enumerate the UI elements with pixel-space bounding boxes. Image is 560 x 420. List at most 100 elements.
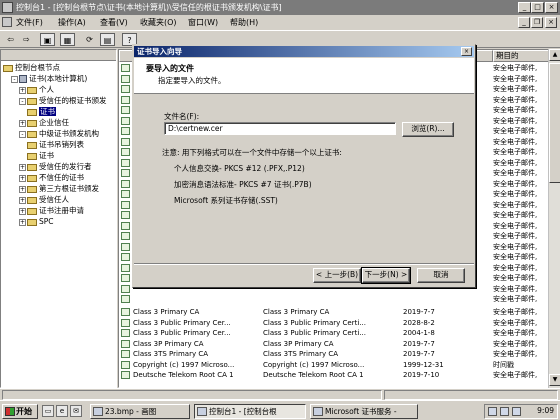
expand-icon[interactable]: +: [19, 185, 26, 193]
cell-issued-to: Deutsche Telekom Root CA 1: [133, 371, 234, 379]
certificate-icon: [121, 221, 130, 230]
tree-item[interactable]: + 第三方根证书颁发: [19, 183, 99, 194]
task-cert-services[interactable]: Microsoft 证书服务 -: [310, 404, 418, 419]
collapse-icon[interactable]: -: [19, 97, 26, 105]
console-tree[interactable]: 控制台根节点 - 证书(本地计算机) + 个人 - 受信任的根证书颁发 证书 + 企业信任 - 中级证…: [0, 49, 117, 388]
collapse-icon[interactable]: -: [11, 75, 18, 83]
up-folder-icon[interactable]: ▣: [40, 33, 55, 46]
expand-icon[interactable]: +: [19, 174, 26, 182]
console-app-icon[interactable]: [2, 2, 13, 13]
folder-icon: [27, 174, 37, 182]
folder-icon: [27, 108, 37, 116]
tree-item[interactable]: + SPC: [19, 216, 54, 227]
cell-purpose: 安全电子邮件,: [493, 263, 538, 272]
cell-issued-to: Class 3TS Primary CA: [133, 350, 208, 358]
cancel-button[interactable]: 取消: [417, 268, 465, 283]
tree-item[interactable]: + 受信任人: [19, 194, 69, 205]
refresh-icon[interactable]: ⟳: [82, 33, 97, 46]
list-vertical-scrollbar[interactable]: ▲ ▼: [548, 49, 560, 388]
table-row[interactable]: Class 3 Public Primary Cer... Class 3 Pub…: [119, 328, 559, 338]
network-icon[interactable]: [488, 407, 497, 416]
cell-purpose: 安全电子邮件,: [493, 74, 538, 83]
wizard-title-bar: 证书导入向导 ×: [134, 46, 474, 57]
back-button[interactable]: < 上一步(B): [313, 268, 361, 283]
menu-view[interactable]: 查看(V): [100, 17, 128, 28]
table-row[interactable]: Copyright (c) 1997 Microso... Copyright (…: [119, 360, 559, 370]
child-close-button[interactable]: ×: [545, 17, 557, 28]
cell-purpose: 安全电子邮件,: [493, 148, 538, 156]
cell-purpose: 安全电子邮件,: [493, 106, 538, 114]
tree-item[interactable]: + 企业信任: [19, 117, 69, 128]
tree-item[interactable]: - 中级证书颁发机构: [19, 128, 99, 139]
table-row[interactable]: Class 3 Primary CA Class 3 Primary CA 2019…: [119, 307, 559, 317]
child-restore-button[interactable]: ❐: [531, 17, 543, 28]
start-button[interactable]: 开始: [2, 404, 38, 419]
menu-action[interactable]: 操作(A): [58, 17, 86, 28]
table-row[interactable]: Deutsche Telekom Root CA 1 Deutsche Telek…: [119, 370, 559, 380]
collapse-icon[interactable]: -: [19, 130, 26, 138]
table-row[interactable]: Class 3P Primary CA Class 3P Primary CA 20…: [119, 339, 559, 349]
menu-window[interactable]: 窗口(W): [188, 17, 218, 28]
expand-icon[interactable]: +: [19, 119, 26, 127]
certificate-icon: [121, 64, 130, 72]
forward-icon[interactable]: ⇨: [19, 33, 34, 46]
tree-item[interactable]: 证书: [27, 106, 56, 117]
format-sst: Microsoft 系列证书存储(.SST): [174, 196, 278, 205]
outlook-express-icon[interactable]: ✉: [70, 405, 82, 417]
tree-item-label: 第三方根证书颁发: [39, 184, 99, 193]
browse-button[interactable]: 浏览(R)...: [402, 122, 454, 137]
child-minimize-button[interactable]: _: [518, 17, 530, 28]
cell-purpose: 安全电子邮件,: [493, 137, 538, 146]
cell-purpose: 安全电子邮件,: [493, 329, 538, 337]
export-icon[interactable]: ▤: [100, 33, 115, 46]
task-paint[interactable]: 23.bmp - 画图: [90, 404, 190, 419]
menu-file[interactable]: 文件(F): [16, 17, 43, 28]
cell-purpose: 安全电子邮件,: [493, 211, 538, 219]
tree-item[interactable]: - 证书(本地计算机): [11, 73, 87, 84]
scroll-up-arrow[interactable]: ▲: [549, 49, 560, 61]
task-console[interactable]: 控制台1 - [控制台根: [194, 404, 306, 419]
cell-purpose: 安全电子邮件,: [493, 318, 538, 327]
table-row[interactable]: 安全电子邮件,: [119, 294, 559, 304]
show-desktop-icon[interactable]: ▭: [42, 405, 54, 417]
table-row[interactable]: Class 3TS Primary CA Class 3TS Primary CA…: [119, 349, 559, 359]
minimize-button[interactable]: _: [518, 2, 531, 13]
internet-explorer-icon[interactable]: e: [56, 405, 68, 417]
folder-icon: [27, 97, 37, 105]
scroll-down-arrow[interactable]: ▼: [549, 374, 560, 386]
expand-icon[interactable]: +: [19, 207, 26, 215]
table-row[interactable]: Class 3 Public Primary Cer... Class 3 Pub…: [119, 318, 559, 328]
menu-app-icon[interactable]: [2, 17, 12, 27]
scroll-thumb[interactable]: [549, 63, 560, 183]
cell-expiration: 2019-7-7: [403, 308, 435, 316]
maximize-button[interactable]: □: [531, 2, 544, 13]
tree-item[interactable]: 证书: [27, 150, 54, 161]
next-button[interactable]: 下一步(N) >: [361, 267, 411, 284]
folder-icon: [27, 196, 37, 204]
back-icon[interactable]: ⇦: [3, 33, 18, 46]
tree-item[interactable]: + 不信任的证书: [19, 172, 84, 183]
tree-item[interactable]: + 受信任的发行者: [19, 161, 92, 172]
properties-icon[interactable]: ▦: [60, 33, 75, 46]
file-name-input[interactable]: D:\certnew.cer: [164, 122, 396, 135]
expand-icon[interactable]: +: [19, 163, 26, 171]
ime-icon[interactable]: [512, 407, 521, 416]
expand-icon[interactable]: +: [19, 86, 26, 94]
tree-item[interactable]: + 证书注册申请: [19, 205, 84, 216]
menu-help[interactable]: 帮助(H): [230, 17, 258, 28]
menu-favorites[interactable]: 收藏夹(O): [140, 17, 177, 28]
tree-item[interactable]: 控制台根节点: [3, 62, 60, 73]
expand-icon[interactable]: +: [19, 196, 26, 204]
tree-item[interactable]: - 受信任的根证书颁发: [19, 95, 107, 106]
wizard-close-button[interactable]: ×: [461, 47, 472, 56]
expand-icon[interactable]: +: [19, 218, 26, 226]
task-paint-label: 23.bmp - 画图: [105, 407, 157, 416]
tree-item[interactable]: + 个人: [19, 84, 54, 95]
certificate-icon: [121, 350, 130, 358]
tree-item[interactable]: 证书吊销列表: [27, 139, 84, 150]
cell-purpose: 安全电子邮件,: [493, 242, 538, 251]
tree-item-label: 受信任的根证书颁发: [39, 96, 107, 105]
cell-purpose: 安全电子邮件,: [493, 232, 538, 240]
close-button[interactable]: ×: [545, 2, 558, 13]
volume-icon[interactable]: [500, 407, 509, 416]
